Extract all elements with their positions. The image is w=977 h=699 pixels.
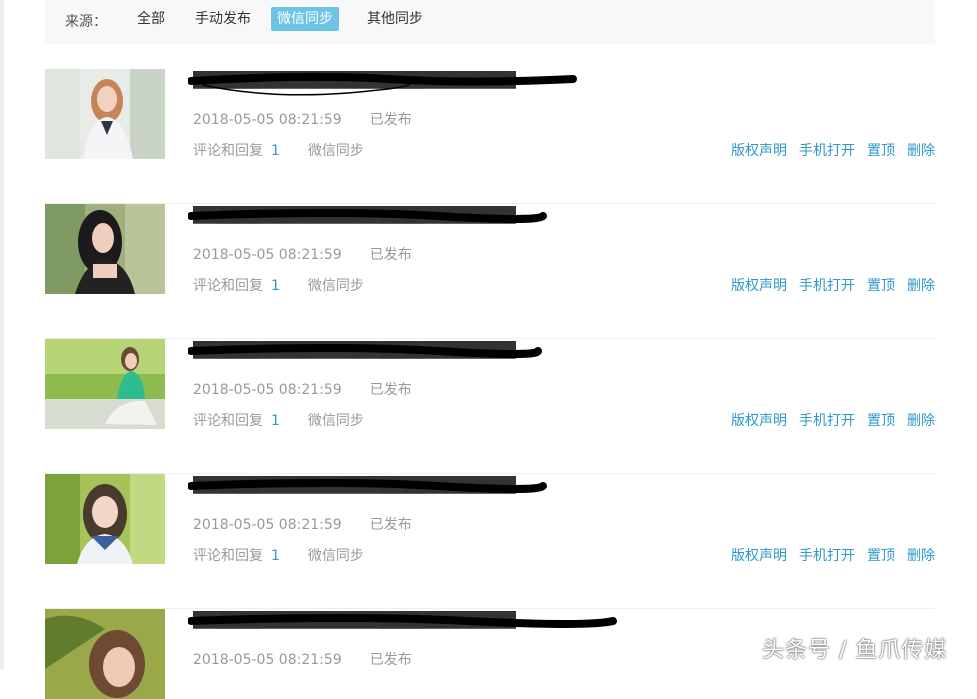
article-item: ████████████████████████████ 2018-05-05 … [45, 474, 935, 609]
delete-link[interactable]: 删除 [907, 278, 935, 294]
comments-count[interactable]: 1 [271, 413, 280, 429]
article-stats: 评论和回复 1 微信同步 [193, 545, 364, 565]
article-status: 已发布 [369, 652, 412, 668]
mobile-open-link[interactable]: 手机打开 [799, 413, 855, 429]
article-stats: 评论和回复 1 微信同步 [193, 410, 364, 430]
comments-label[interactable]: 评论和回复 [193, 548, 263, 564]
article-meta: 2018-05-05 08:21:59 已发布 [193, 109, 412, 129]
article-meta: 2018-05-05 08:21:59 已发布 [193, 514, 412, 534]
article-status: 已发布 [369, 247, 412, 263]
copyright-link[interactable]: 版权声明 [731, 548, 787, 564]
article-date: 2018-05-05 08:21:59 [193, 517, 342, 533]
tab-wechat-sync[interactable]: 微信同步 [271, 7, 339, 31]
article-stats: 评论和回复 1 微信同步 [193, 140, 364, 160]
article-stats: 评论和回复 1 微信同步 [193, 275, 364, 295]
copyright-link[interactable]: 版权声明 [731, 413, 787, 429]
pin-link[interactable]: 置顶 [867, 413, 895, 429]
article-meta: 2018-05-05 08:21:59 已发布 [193, 379, 412, 399]
article-actions: 版权声明 手机打开 置顶 删除 [719, 275, 935, 295]
article-date: 2018-05-05 08:21:59 [193, 247, 342, 263]
comments-label[interactable]: 评论和回复 [193, 278, 263, 294]
tab-manual-publish[interactable]: 手动发布 [189, 7, 257, 31]
article-date: 2018-05-05 08:21:59 [193, 382, 342, 398]
comments-label[interactable]: 评论和回复 [193, 413, 263, 429]
delete-link[interactable]: 删除 [907, 143, 935, 159]
mobile-open-link[interactable]: 手机打开 [799, 143, 855, 159]
article-actions: 版权声明 手机打开 置顶 删除 [719, 140, 935, 160]
left-border [0, 0, 4, 669]
article-thumbnail[interactable] [45, 69, 165, 159]
article-meta: 2018-05-05 08:21:59 已发布 [193, 244, 412, 264]
redaction-mark [188, 209, 547, 223]
redaction-mark [188, 344, 542, 358]
tab-other-sync[interactable]: 其他同步 [361, 7, 429, 31]
article-meta: 2018-05-05 08:21:59 已发布 [193, 649, 412, 669]
watermark: 头条号 / 鱼爪传媒 [762, 638, 948, 663]
article-item: ████████████████████████████ 2018-05-05 … [45, 339, 935, 474]
copyright-link[interactable]: 版权声明 [731, 143, 787, 159]
article-thumbnail[interactable] [45, 474, 165, 564]
mobile-open-link[interactable]: 手机打开 [799, 278, 855, 294]
comments-count[interactable]: 1 [271, 143, 280, 159]
article-item: ████████████████████████████ 2018-05-05 … [45, 204, 935, 339]
redaction-mark [188, 72, 577, 96]
article-date: 2018-05-05 08:21:59 [193, 652, 342, 668]
article-source: 微信同步 [307, 278, 364, 294]
delete-link[interactable]: 删除 [907, 413, 935, 429]
source-filter-bar: 来源： 全部 手动发布 微信同步 其他同步 [45, 0, 935, 44]
pin-link[interactable]: 置顶 [867, 143, 895, 159]
pin-link[interactable]: 置顶 [867, 548, 895, 564]
article-source: 微信同步 [307, 143, 364, 159]
article-status: 已发布 [369, 382, 412, 398]
comments-count[interactable]: 1 [271, 278, 280, 294]
source-filter-label: 来源： [65, 14, 107, 30]
article-thumbnail[interactable] [45, 339, 165, 429]
tab-all[interactable]: 全部 [131, 7, 171, 31]
article-thumbnail[interactable] [45, 204, 165, 294]
article-status: 已发布 [369, 517, 412, 533]
article-actions: 版权声明 手机打开 置顶 删除 [719, 545, 935, 565]
redaction-mark [188, 614, 617, 628]
comments-label[interactable]: 评论和回复 [193, 143, 263, 159]
mobile-open-link[interactable]: 手机打开 [799, 548, 855, 564]
article-actions: 版权声明 手机打开 置顶 删除 [719, 410, 935, 430]
article-item: ████████████████████████████ 2018-05-05 … [45, 69, 935, 204]
comments-count[interactable]: 1 [271, 548, 280, 564]
article-status: 已发布 [369, 112, 412, 128]
redaction-mark [188, 479, 547, 493]
pin-link[interactable]: 置顶 [867, 278, 895, 294]
article-source: 微信同步 [307, 548, 364, 564]
delete-link[interactable]: 删除 [907, 548, 935, 564]
article-thumbnail[interactable] [45, 609, 165, 699]
article-source: 微信同步 [307, 413, 364, 429]
copyright-link[interactable]: 版权声明 [731, 278, 787, 294]
article-date: 2018-05-05 08:21:59 [193, 112, 342, 128]
